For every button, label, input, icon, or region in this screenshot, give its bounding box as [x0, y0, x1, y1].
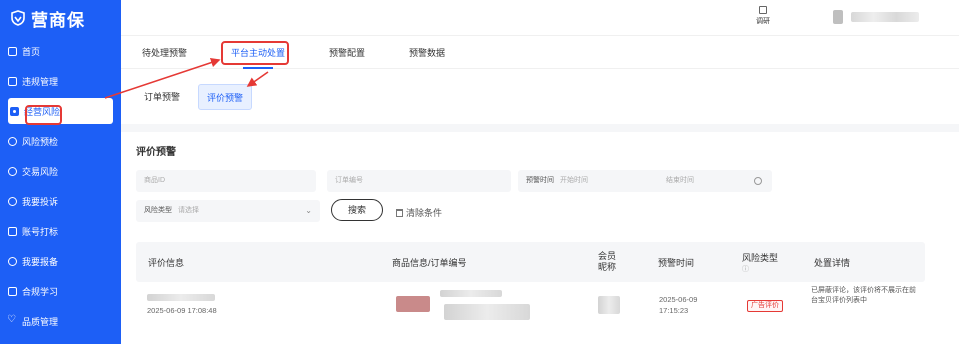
precheck-icon — [8, 136, 17, 146]
product-id-placeholder: 商品ID — [144, 177, 165, 184]
subtab-order-warning[interactable]: 订单预警 — [136, 84, 188, 110]
top-header: 调研 — [121, 0, 959, 36]
risk-type-select[interactable]: 风险类型 请选择 ⌄ — [136, 200, 320, 222]
chevron-down-icon: ⌄ — [305, 206, 312, 215]
clear-filters-button[interactable]: 清除条件 — [396, 206, 442, 219]
section-divider — [121, 124, 959, 132]
sidebar-item-home[interactable]: 首页 — [0, 36, 121, 66]
brand-logo[interactable]: 营商保 — [0, 0, 121, 36]
sidebar-item-business-risk[interactable]: 经营风险 — [8, 98, 113, 124]
col-nickname: 会员昵称 — [598, 251, 617, 272]
tag-icon — [8, 226, 17, 236]
sidebar-item-quality[interactable]: 品质管理 — [0, 306, 121, 336]
report-icon — [8, 256, 17, 266]
tab-platform-disposal[interactable]: 平台主动处置 — [231, 37, 285, 69]
edit-icon — [759, 6, 767, 14]
col-risk-type-label: 风险类型 — [742, 252, 779, 263]
product-thumbnail[interactable] — [396, 296, 430, 312]
violation-icon — [8, 76, 17, 86]
home-icon — [8, 46, 17, 56]
table-header: 评价信息 商品信息/订单编号 会员昵称 预警时间 风险类型 ⓘ 处置详情 — [136, 242, 925, 282]
sidebar: 营商保 首页 违规管理 经营风险 风险预检 交易风险 我要投诉 账号打标 我要报… — [0, 0, 121, 344]
sidebar-item-compliance-study[interactable]: 合规学习 — [0, 276, 121, 306]
warn-time-label: 预警时间 — [526, 177, 554, 184]
warn-time-value: 2025-06-09 17:15:23 — [659, 295, 698, 315]
start-time-placeholder: 开始时间 — [559, 177, 588, 184]
risk-icon — [10, 106, 19, 116]
risk-type-badge: 广告评价 — [747, 300, 783, 312]
tab-pending-warning[interactable]: 待处理预警 — [142, 37, 187, 69]
sidebar-item-label: 经营风险 — [24, 106, 61, 117]
sidebar-item-label: 违规管理 — [22, 76, 59, 87]
sidebar-item-label: 我要报备 — [22, 256, 59, 267]
shield-logo-icon — [11, 10, 25, 26]
sidebar-item-label: 账号打标 — [22, 226, 59, 237]
study-icon — [8, 286, 17, 296]
complaint-icon — [8, 196, 17, 206]
order-no-input[interactable]: 订单编号 — [327, 170, 511, 192]
review-text-blurred — [147, 294, 215, 301]
research-button[interactable]: 调研 — [753, 6, 773, 26]
sidebar-item-label: 品质管理 — [22, 316, 59, 327]
sidebar-item-violation[interactable]: 违规管理 — [0, 66, 121, 96]
sidebar-item-trade-risk[interactable]: 交易风险 — [0, 156, 121, 186]
clock-icon — [754, 177, 762, 185]
review-time: 2025-06-09 17:08:48 — [147, 306, 217, 315]
tab-warning-config[interactable]: 预警配置 — [329, 37, 365, 69]
research-label: 调研 — [756, 18, 770, 25]
disposal-detail: 已屏蔽评论，该评价将不展示在前台宝贝评价列表中 — [811, 286, 921, 306]
sidebar-item-label: 交易风险 — [22, 166, 59, 177]
main-tabs: 待处理预警 平台主动处置 预警配置 预警数据 — [121, 37, 959, 69]
nickname-blurred — [598, 296, 620, 314]
table-row — [136, 282, 925, 332]
product-id-input[interactable]: 商品ID — [136, 170, 316, 192]
tab-warning-data[interactable]: 预警数据 — [409, 37, 445, 69]
avatar[interactable] — [833, 10, 843, 24]
product-title-blurred — [440, 290, 502, 297]
search-button[interactable]: 搜索 — [331, 199, 383, 221]
col-risk-type: 风险类型 ⓘ — [742, 242, 778, 282]
subtab-review-warning[interactable]: 评价预警 — [198, 84, 253, 110]
sidebar-item-account-tag[interactable]: 账号打标 — [0, 216, 121, 246]
clear-label: 清除条件 — [406, 208, 443, 218]
col-detail: 处置详情 — [814, 257, 851, 268]
col-warn-time: 预警时间 — [658, 257, 695, 268]
end-time-placeholder: 结束时间 — [666, 177, 694, 184]
trash-icon — [396, 209, 403, 217]
risk-type-placeholder: 请选择 — [177, 207, 199, 214]
risk-type-label: 风险类型 — [144, 207, 172, 214]
section-title: 评价预警 — [136, 147, 176, 158]
quality-icon — [7, 314, 17, 326]
brand-name: 营商保 — [31, 10, 85, 30]
sidebar-item-label: 首页 — [22, 46, 41, 57]
help-icon[interactable]: ⓘ — [742, 264, 749, 274]
sidebar-item-complaint[interactable]: 我要投诉 — [0, 186, 121, 216]
detail-text: 已屏蔽评论，该评价将不展示在前台宝贝评价列表中 — [811, 287, 916, 304]
user-name-blurred[interactable] — [851, 12, 919, 22]
sub-tabs: 订单预警 评价预警 — [136, 84, 253, 110]
sidebar-item-label: 合规学习 — [22, 286, 59, 297]
sidebar-item-label: 我要投诉 — [22, 196, 59, 207]
order-no-placeholder: 订单编号 — [335, 177, 363, 184]
warn-time-range[interactable]: 预警时间 开始时间 结束时间 — [518, 170, 772, 192]
sidebar-item-precheck[interactable]: 风险预检 — [0, 126, 121, 156]
sidebar-item-label: 风险预检 — [22, 136, 59, 147]
trade-icon — [8, 166, 17, 176]
col-review-info: 评价信息 — [148, 257, 185, 268]
order-no-blurred[interactable] — [444, 304, 530, 320]
sidebar-nav: 首页 违规管理 经营风险 风险预检 交易风险 我要投诉 账号打标 我要报备 合规… — [0, 36, 121, 336]
sidebar-item-report[interactable]: 我要报备 — [0, 246, 121, 276]
col-product-order: 商品信息/订单编号 — [392, 257, 467, 268]
